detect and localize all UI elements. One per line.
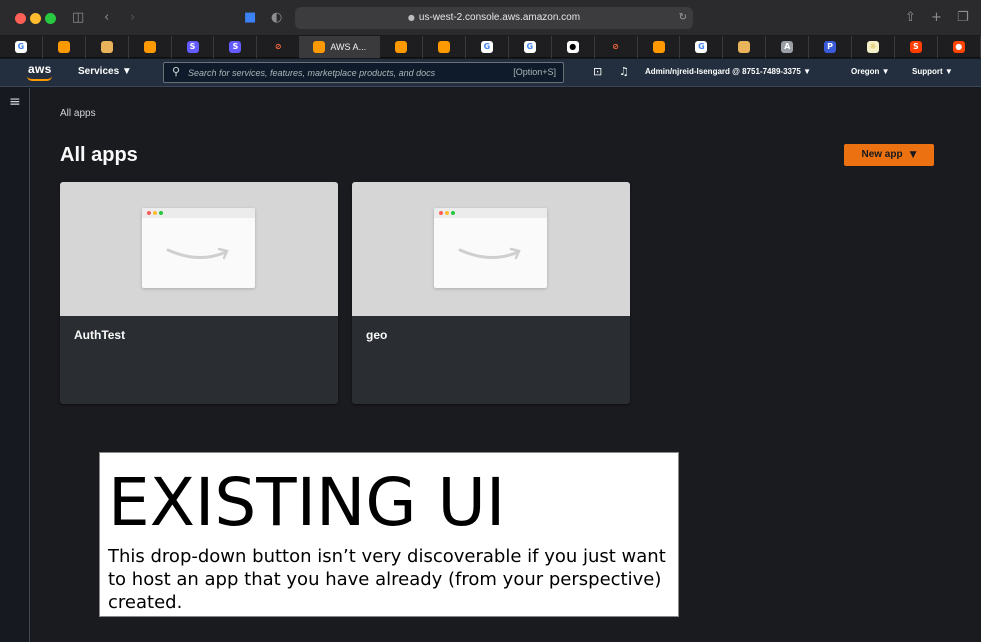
stripe-icon: S <box>229 41 242 53</box>
url-text: us-west-2.console.aws.amazon.com <box>418 12 581 23</box>
tab-favorite[interactable] <box>723 36 767 58</box>
caret-down-icon: ▼ <box>909 150 917 160</box>
tab-favorite[interactable] <box>423 36 467 58</box>
browser-window-illustration <box>434 208 547 288</box>
tab-favorite[interactable] <box>129 36 172 58</box>
privacy-shield-icon[interactable]: ◐ <box>271 9 282 27</box>
tab-favorite[interactable]: P <box>809 36 853 58</box>
tab-favorite[interactable]: ● <box>938 36 981 58</box>
cloudshell-icon[interactable]: ⊡ <box>593 65 602 78</box>
region-menu[interactable]: Oregon ▼ <box>851 67 890 76</box>
google-icon: G <box>14 41 27 53</box>
tab-active[interactable]: AWS A... <box>300 36 381 58</box>
amazon-smile-icon <box>166 247 229 260</box>
tab-favorite[interactable]: A <box>766 36 810 58</box>
annotation-title: EXISTING UI <box>108 464 506 541</box>
google-icon: G <box>480 41 493 53</box>
google-icon: G <box>695 41 708 53</box>
aws-cube-icon <box>652 41 665 53</box>
aws-cube-icon <box>313 41 326 53</box>
google-icon: G <box>523 41 536 53</box>
new-tab-icon[interactable]: + <box>931 9 942 27</box>
svelte-icon: S <box>909 41 922 53</box>
tab-favorite[interactable]: ☼ <box>852 36 895 58</box>
aws-cube-icon <box>57 41 70 53</box>
aws-global-nav: aws Services ▼ ⚲ [Option+S] ⊡ ♫ Admin/nj… <box>0 59 981 87</box>
extension-icon[interactable]: ■ <box>244 9 256 27</box>
app-name[interactable]: AuthTest <box>74 328 125 342</box>
aws-cube-icon <box>143 41 156 53</box>
amplify-icon <box>438 41 451 53</box>
tab-favorite[interactable]: G <box>0 36 43 58</box>
app-thumbnail <box>352 182 630 316</box>
tab-overview-icon[interactable]: ❐ <box>957 9 969 27</box>
tab-favorite[interactable]: ● <box>552 36 595 58</box>
blocked-icon: ⊘ <box>609 41 622 53</box>
hamburger-menu-icon[interactable]: ≡ <box>9 95 21 109</box>
aws-logo-smile <box>27 76 52 81</box>
aws-box-icon <box>738 41 751 53</box>
app-card[interactable]: geo <box>352 182 630 404</box>
back-icon[interactable]: ‹ <box>104 9 109 27</box>
notifications-bell-icon[interactable]: ♫ <box>619 65 629 78</box>
forward-icon[interactable]: › <box>130 9 135 27</box>
tab-favorite[interactable]: S <box>172 36 215 58</box>
annotation-callout: EXISTING UI This drop-down button isn’t … <box>99 452 679 617</box>
tab-favorite[interactable]: G <box>509 36 552 58</box>
tab-favorite[interactable]: S <box>895 36 938 58</box>
github-icon: ● <box>566 41 579 53</box>
aws-logo[interactable]: aws <box>28 62 52 76</box>
parameter-icon: P <box>824 41 837 53</box>
minimize-window-button[interactable] <box>30 13 41 24</box>
app-name[interactable]: geo <box>366 328 387 342</box>
annotation-body: This drop-down button isn’t very discove… <box>108 546 666 613</box>
account-menu[interactable]: Admin/njreid-Isengard @ 8751-7489-3375 ▼ <box>645 67 811 76</box>
amazon-smile-icon <box>458 247 521 260</box>
address-bar[interactable]: ● us-west-2.console.aws.amazon.com ↻ <box>295 7 693 29</box>
search-icon: ⚲ <box>172 65 181 78</box>
sun-icon: ☼ <box>866 41 879 53</box>
aws-box-icon <box>100 41 113 53</box>
tab-favorite[interactable]: G <box>680 36 724 58</box>
tab-favorite[interactable]: ⊘ <box>257 36 301 58</box>
browser-titlebar: ◫ ‹ › ■ ◐ ● us-west-2.console.aws.amazon.… <box>0 0 981 36</box>
tab-favorite[interactable]: S <box>214 36 258 58</box>
sidebar-toggle-icon[interactable]: ◫ <box>72 9 84 27</box>
tab-title: AWS A... <box>330 42 367 52</box>
app-card[interactable]: AuthTest <box>60 182 338 404</box>
lock-icon: ● <box>407 13 415 22</box>
page-title: All apps <box>60 144 138 166</box>
app-thumbnail <box>60 182 338 316</box>
services-menu-button[interactable]: Services ▼ <box>78 66 132 77</box>
tab-favorite[interactable] <box>86 36 129 58</box>
blocked-icon: ⊘ <box>272 41 285 53</box>
tab-bar: G S S ⊘ AWS A... G G ● ⊘ G A P ☼ S ● <box>0 36 981 58</box>
new-app-label: New app <box>861 149 903 160</box>
tab-favorite[interactable]: G <box>466 36 509 58</box>
reload-icon[interactable]: ↻ <box>679 7 687 29</box>
search-shortcut-hint: [Option+S] <box>513 67 556 77</box>
close-window-button[interactable] <box>15 13 26 24</box>
tab-favorite[interactable] <box>638 36 681 58</box>
browser-window-illustration <box>142 208 255 288</box>
breadcrumb[interactable]: All apps <box>60 108 96 119</box>
tab-favorite[interactable] <box>380 36 424 58</box>
search-input[interactable] <box>188 65 488 81</box>
zoom-window-button[interactable] <box>45 13 56 24</box>
stripe-icon: S <box>186 41 199 53</box>
search-box[interactable]: ⚲ [Option+S] <box>163 62 564 83</box>
side-navigation-rail: ≡ <box>0 88 30 642</box>
reddit-icon: ● <box>952 41 965 53</box>
tab-favorite[interactable]: ⊘ <box>595 36 638 58</box>
amplify-icon <box>395 41 408 53</box>
new-app-dropdown-button[interactable]: New app ▼ <box>844 144 934 166</box>
tab-favorite[interactable] <box>43 36 86 58</box>
a-icon: A <box>781 41 794 53</box>
share-icon[interactable]: ⇧ <box>905 9 916 27</box>
support-menu[interactable]: Support ▼ <box>912 67 953 76</box>
